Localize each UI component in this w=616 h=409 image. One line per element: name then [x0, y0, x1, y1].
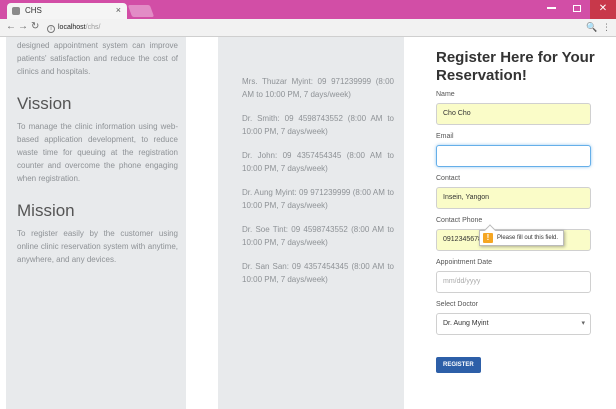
name-label: Name: [436, 91, 455, 98]
doctor-item: Dr. San San: 09 4357454345 (8:00 AM to 1…: [242, 262, 394, 284]
mission-heading: Mission: [17, 201, 75, 220]
doctor-list: Mrs. Thuzar Myint: 09 971239999 (8:00 AM…: [218, 37, 404, 409]
register-button[interactable]: REGISTER: [436, 357, 481, 373]
browser-toolbar: ← → ↻ i localhost/chs/ 🔍 ⋮: [0, 19, 616, 37]
about-column: designed appointment system can improve …: [6, 37, 186, 409]
doctor-select[interactable]: Dr. Aung Myint ▾: [436, 313, 591, 335]
chevron-down-icon: ▾: [581, 320, 585, 327]
doctor-select-label: Select Doctor: [436, 301, 479, 308]
forward-arrow-icon[interactable]: →: [18, 21, 28, 32]
menu-icon[interactable]: ⋮: [602, 22, 611, 33]
date-label: Appointment Date: [436, 259, 493, 266]
address-bar[interactable]: i localhost/chs/: [47, 22, 207, 34]
doctor-item: Dr. Soe Tint: 09 4598743552 (8:00 AM to …: [242, 225, 394, 247]
browser-titlebar: CHS × ✕: [0, 0, 616, 19]
maximize-icon: [573, 4, 581, 12]
date-placeholder: mm/dd/yyyy: [443, 278, 481, 285]
address-label: Contact: [436, 175, 461, 182]
doctor-item: Dr. Aung Myint: 09 971239999 (8:00 AM to…: [242, 188, 394, 210]
reload-icon[interactable]: ↻: [31, 21, 39, 32]
maximize-button[interactable]: [564, 0, 590, 19]
mission-text: To register easily by the customer using…: [17, 229, 178, 264]
email-field[interactable]: [436, 145, 591, 167]
close-window-button[interactable]: ✕: [590, 0, 616, 19]
warning-icon: !: [483, 233, 493, 243]
doctor-item: Dr. Smith: 09 4598743552 (8:00 AM to 10:…: [242, 114, 394, 136]
favicon-icon: [12, 7, 20, 15]
registration-form: Register Here for Your Reservation! Name…: [424, 37, 616, 409]
new-tab-button[interactable]: [127, 5, 155, 17]
doctor-item: Mrs. Thuzar Myint: 09 971239999 (8:00 AM…: [242, 77, 394, 99]
intro-text: designed appointment system can improve …: [17, 41, 178, 76]
name-field[interactable]: Cho Cho: [436, 103, 591, 125]
address-field[interactable]: Insein, Yangon: [436, 187, 591, 209]
vision-text: To manage the clinic information using w…: [17, 122, 178, 183]
tooltip-text: Please fill out this field.: [497, 235, 559, 241]
minimize-button[interactable]: [538, 0, 564, 19]
doctor-item: Dr. John: 09 4357454345 (8:00 AM to 10:0…: [242, 151, 394, 173]
phone-label: Contact Phone: [436, 217, 483, 224]
zoom-icon[interactable]: 🔍: [586, 22, 597, 33]
browser-tab[interactable]: CHS ×: [7, 3, 127, 19]
doctor-select-value: Dr. Aung Myint: [443, 320, 489, 327]
back-arrow-icon[interactable]: ←: [6, 21, 16, 32]
info-icon[interactable]: i: [47, 25, 55, 33]
appointment-date-field[interactable]: mm/dd/yyyy: [436, 271, 591, 293]
tab-close-icon[interactable]: ×: [116, 3, 121, 18]
tab-title: CHS: [25, 6, 42, 15]
validation-tooltip: ! Please fill out this field.: [479, 224, 565, 246]
form-title: Register Here for Your Reservation!: [436, 49, 595, 84]
email-label: Email: [436, 133, 454, 140]
url-path: /chs/: [85, 24, 101, 31]
page-content: designed appointment system can improve …: [0, 37, 616, 409]
vision-heading: Vission: [17, 94, 72, 113]
url-host: localhost: [58, 24, 86, 31]
minimize-icon: [546, 7, 556, 10]
